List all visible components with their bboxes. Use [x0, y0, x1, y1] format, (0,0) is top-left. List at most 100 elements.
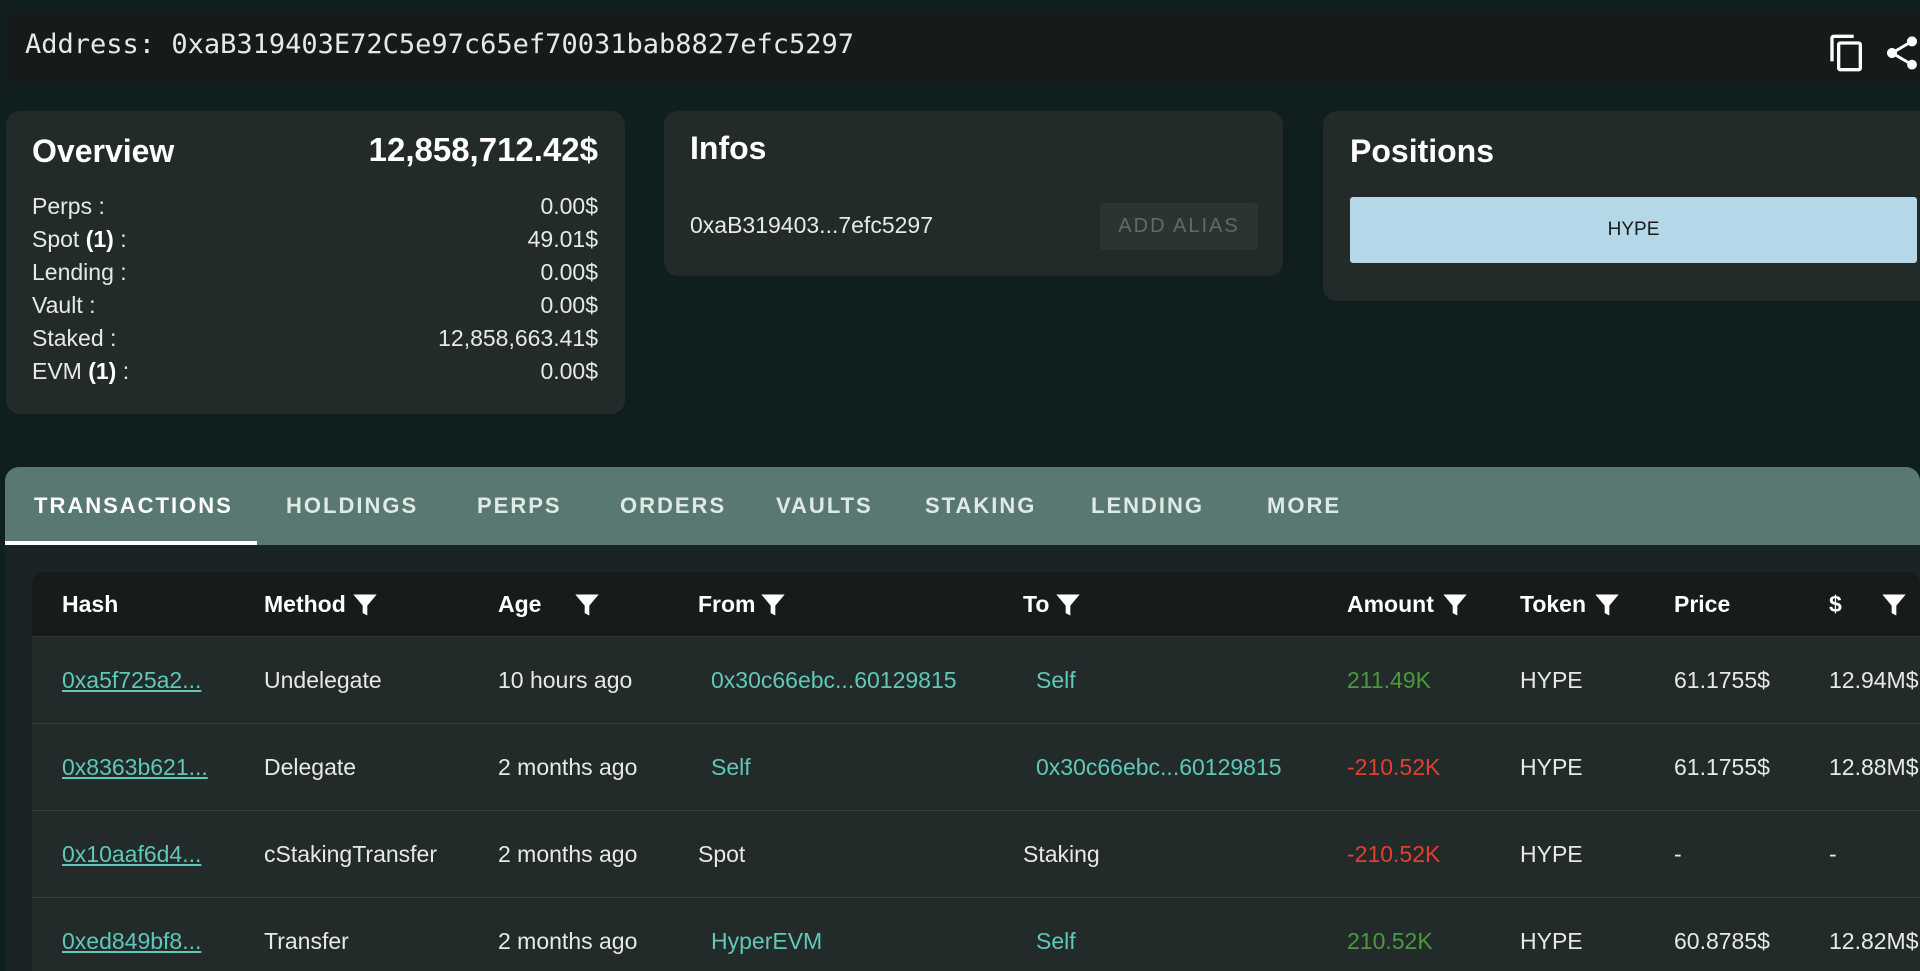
from-filter-icon[interactable]	[759, 590, 787, 620]
tx-from-link[interactable]: HyperEVM	[711, 898, 822, 971]
tx-method: cStakingTransfer	[264, 841, 437, 867]
tx-age: 2 months ago	[498, 841, 638, 867]
column-header-age[interactable]: Age	[498, 572, 541, 637]
tab-more[interactable]: MORE	[1267, 467, 1341, 545]
tx-method: Delegate	[264, 754, 357, 780]
tx-usd: -	[1829, 841, 1837, 867]
short-address: 0xaB319403...7efc5297	[690, 212, 933, 238]
tx-token: HYPE	[1520, 754, 1583, 780]
usd-filter-icon[interactable]	[1880, 590, 1908, 620]
overview-row-evm: EVM (1) : 0.00$	[32, 358, 598, 391]
positions-card: Positions HYPE	[1323, 111, 1920, 301]
tx-to-link[interactable]: Self	[1036, 898, 1076, 971]
overview-value: 0.00$	[540, 358, 598, 384]
tx-price: 61.1755$	[1674, 754, 1770, 780]
tab-perps[interactable]: PERPS	[477, 467, 562, 545]
overview-card: Overview 12,858,712.42$ Perps : 0.00$ Sp…	[6, 111, 625, 414]
tx-usd: 12.88M$	[1829, 754, 1919, 780]
tx-amount: 211.49K	[1347, 667, 1431, 693]
tx-usd: 12.94M$	[1829, 667, 1919, 693]
overview-label: Perps :	[32, 193, 105, 219]
tx-amount: -210.52K	[1347, 754, 1441, 780]
overview-title: Overview	[32, 133, 175, 169]
column-header-usd[interactable]: $	[1829, 572, 1842, 637]
infos-title: Infos	[690, 130, 767, 166]
age-filter-icon[interactable]	[573, 590, 601, 620]
tx-method: Undelegate	[264, 667, 382, 693]
column-header-hash[interactable]: Hash	[62, 572, 118, 637]
overview-row-lending: Lending : 0.00$	[32, 259, 598, 292]
overview-label: Spot (1) :	[32, 226, 127, 252]
add-alias-button[interactable]: ADD ALIAS	[1100, 203, 1258, 250]
overview-value: 0.00$	[540, 292, 598, 318]
tx-price: 61.1755$	[1674, 667, 1770, 693]
tx-price: -	[1674, 841, 1682, 867]
overview-value: 0.00$	[540, 193, 598, 219]
tx-hash-link[interactable]: 0x8363b621...	[62, 724, 208, 810]
infos-card: Infos 0xaB319403...7efc5297 ADD ALIAS	[664, 111, 1283, 276]
token-filter-icon[interactable]	[1593, 590, 1621, 620]
column-header-token[interactable]: Token	[1520, 572, 1586, 637]
column-header-to[interactable]: To	[1023, 572, 1049, 637]
tx-to-link[interactable]: Self	[1036, 637, 1076, 723]
tx-age: 2 months ago	[498, 754, 638, 780]
column-header-method[interactable]: Method	[264, 572, 346, 637]
active-tab-indicator	[5, 541, 257, 545]
address-bar: Address: 0xaB319403E72C5e97c65ef70031bab…	[5, 11, 1920, 83]
address-value: 0xaB319403E72C5e97c65ef70031bab8827efc52…	[171, 29, 855, 60]
table-row[interactable]: 0xa5f725a2... Undelegate 10 hours ago 0x…	[32, 637, 1920, 724]
amount-filter-icon[interactable]	[1441, 590, 1469, 620]
tx-age: 2 months ago	[498, 928, 638, 954]
overview-label: Vault :	[32, 292, 96, 318]
overview-value: 0.00$	[540, 259, 598, 285]
tab-transactions[interactable]: TRANSACTIONS	[34, 467, 233, 545]
to-filter-icon[interactable]	[1054, 590, 1082, 620]
tx-from: Spot	[698, 841, 746, 867]
overview-row-perps: Perps : 0.00$	[32, 193, 598, 226]
tx-usd: 12.82M$	[1829, 928, 1919, 954]
tx-token: HYPE	[1520, 667, 1583, 693]
tx-price: 60.8785$	[1674, 928, 1770, 954]
overview-label: Staked :	[32, 325, 117, 351]
share-icon[interactable]	[1882, 33, 1920, 73]
copy-icon[interactable]	[1827, 33, 1867, 73]
address-label: Address:	[25, 29, 156, 60]
transactions-panel: TRANSACTIONS HOLDINGS PERPS ORDERS VAULT…	[5, 467, 1920, 971]
tab-vaults[interactable]: VAULTS	[776, 467, 873, 545]
address-text: Address: 0xaB319403E72C5e97c65ef70031bab…	[25, 29, 854, 60]
table-row[interactable]: 0x10aaf6d4... cStakingTransfer 2 months …	[32, 811, 1920, 898]
tx-from-link[interactable]: 0x30c66ebc...60129815	[711, 637, 957, 723]
positions-title: Positions	[1350, 133, 1495, 169]
tx-to: Staking	[1023, 841, 1100, 867]
column-header-price[interactable]: Price	[1674, 572, 1730, 637]
table-header: Hash Method Age From To Amount Token Pri…	[32, 572, 1920, 637]
tx-amount: -210.52K	[1347, 841, 1441, 867]
tx-token: HYPE	[1520, 928, 1583, 954]
overview-label: Lending :	[32, 259, 127, 285]
tx-hash-link[interactable]: 0x10aaf6d4...	[62, 811, 201, 897]
overview-label: EVM (1) :	[32, 358, 130, 384]
overview-row-vault: Vault : 0.00$	[32, 292, 598, 325]
tx-hash-link[interactable]: 0xed849bf8...	[62, 898, 201, 971]
tx-to-link[interactable]: 0x30c66ebc...60129815	[1036, 724, 1282, 810]
tab-orders[interactable]: ORDERS	[620, 467, 726, 545]
overview-value: 49.01$	[527, 226, 598, 252]
overview-value: 12,858,663.41$	[438, 325, 598, 351]
table-row[interactable]: 0xed849bf8... Transfer 2 months ago Hype…	[32, 898, 1920, 971]
tab-staking[interactable]: STAKING	[925, 467, 1036, 545]
position-hype-button[interactable]: HYPE	[1350, 197, 1917, 263]
column-header-from[interactable]: From	[698, 572, 756, 637]
transactions-table: Hash Method Age From To Amount Token Pri…	[32, 572, 1920, 971]
tab-holdings[interactable]: HOLDINGS	[286, 467, 418, 545]
tx-method: Transfer	[264, 928, 349, 954]
column-header-amount[interactable]: Amount	[1347, 572, 1434, 637]
tx-from-link[interactable]: Self	[711, 724, 751, 810]
tx-token: HYPE	[1520, 841, 1583, 867]
method-filter-icon[interactable]	[351, 590, 379, 620]
tab-lending[interactable]: LENDING	[1091, 467, 1204, 545]
overview-row-spot: Spot (1) : 49.01$	[32, 226, 598, 259]
tx-hash-link[interactable]: 0xa5f725a2...	[62, 637, 201, 723]
table-row[interactable]: 0x8363b621... Delegate 2 months ago Self…	[32, 724, 1920, 811]
overview-total: 12,858,712.42$	[368, 131, 598, 168]
tx-age: 10 hours ago	[498, 667, 633, 693]
